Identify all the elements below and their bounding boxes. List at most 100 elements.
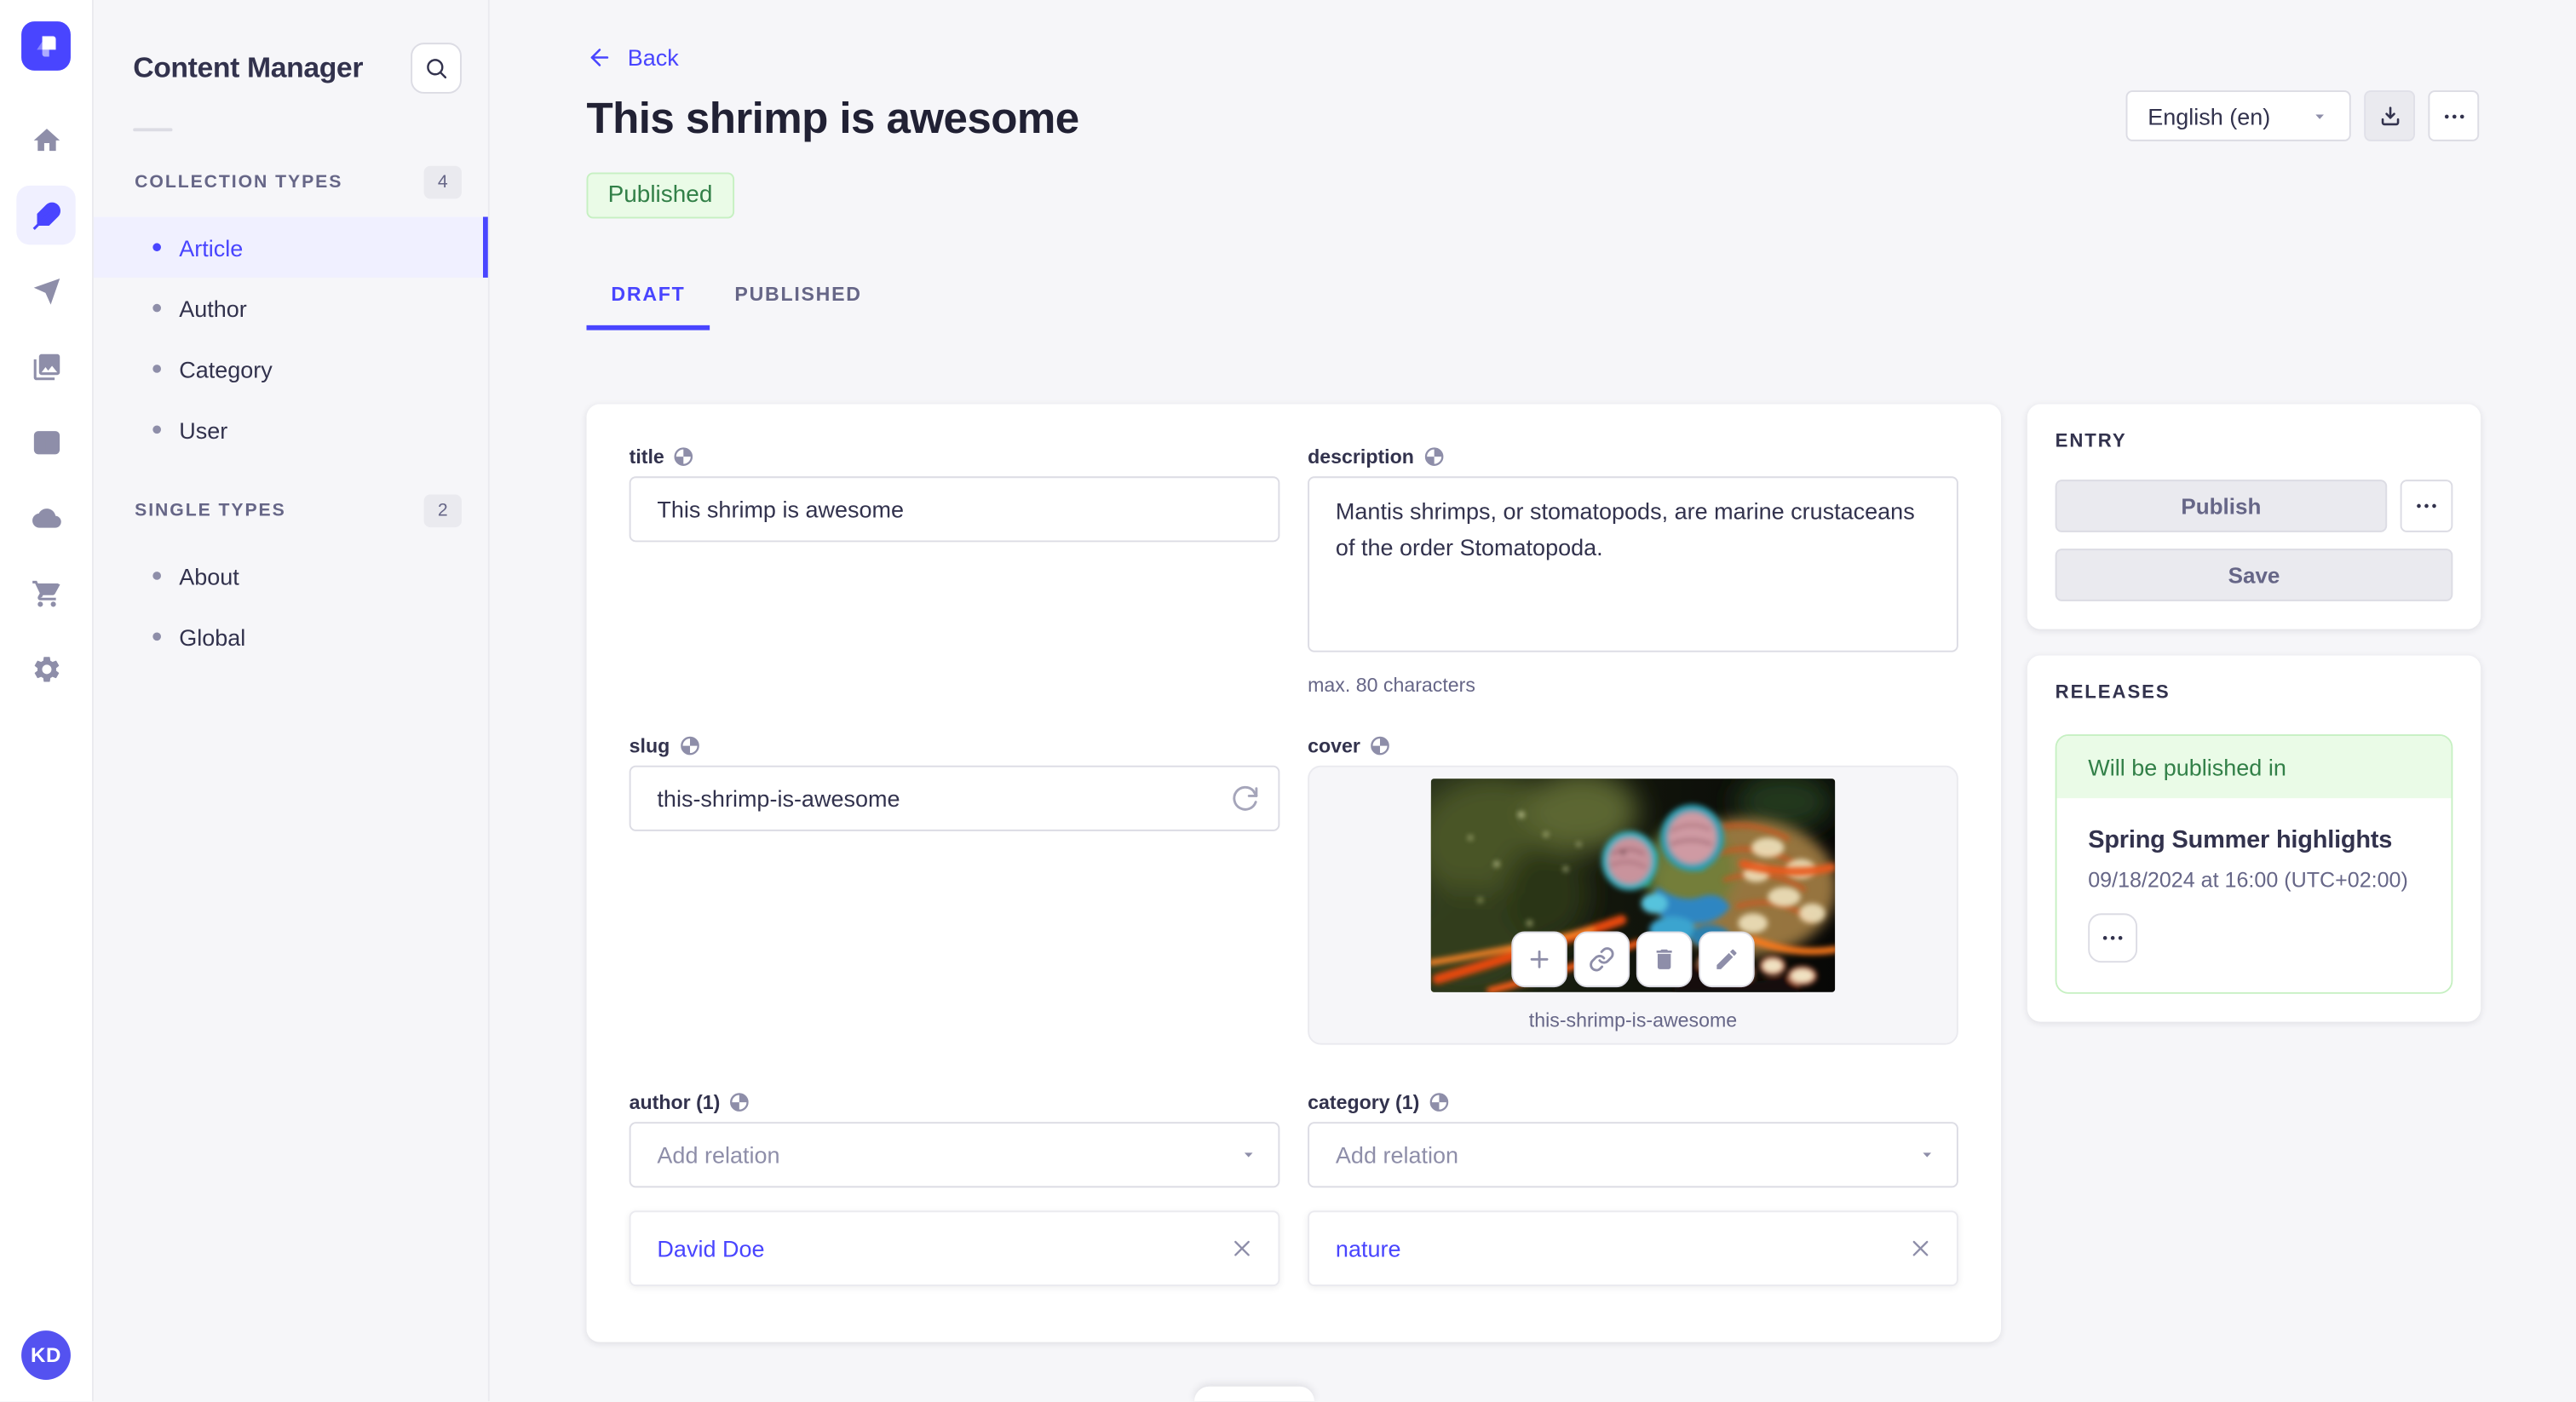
subnav-item-article[interactable]: Article <box>93 216 488 278</box>
home-icon[interactable] <box>16 110 75 169</box>
regenerate-slug-icon[interactable] <box>1230 784 1260 813</box>
bullet-icon <box>152 632 161 641</box>
media-library-icon[interactable] <box>16 336 75 395</box>
chevron-down-icon <box>1923 1152 1932 1158</box>
i18n-globe-icon <box>675 447 693 466</box>
relation-link[interactable]: nature <box>1336 1235 1401 1261</box>
side-panel-column: ENTRY Publish Save RELEASES Will be publ… <box>2027 404 2481 1022</box>
strapi-logo[interactable] <box>21 21 71 71</box>
ellipsis-icon <box>2417 503 2436 509</box>
ellipsis-icon <box>2444 113 2464 118</box>
description-textarea[interactable]: Mantis shrimps, or stomatopods, are mari… <box>1308 476 1958 652</box>
relation-placeholder: Add relation <box>657 1141 780 1169</box>
category-field: category (1) Add relation nature <box>1308 1090 1958 1287</box>
copy-link-button[interactable] <box>1573 931 1630 988</box>
release-more-button[interactable] <box>2088 913 2138 963</box>
tab-published[interactable]: PUBLISHED <box>710 273 886 330</box>
section-label: SINGLE TYPES <box>135 501 286 521</box>
cover-actions <box>1511 931 1755 988</box>
section-count-badge: 2 <box>423 494 462 528</box>
subnav-item-label: Article <box>179 233 244 261</box>
author-relation-item: David Doe <box>629 1210 1280 1287</box>
chevron-down-icon <box>2315 113 2324 118</box>
single-types-section: SINGLE TYPES 2 About Global <box>94 488 488 667</box>
description-hint: max. 80 characters <box>1308 673 1475 697</box>
subnav-item-label: Author <box>179 295 247 322</box>
subnav-item-label: Category <box>179 355 273 382</box>
releases-panel-title: RELEASES <box>2055 683 2171 704</box>
cover-filename: this-shrimp-is-awesome <box>1528 1008 1738 1032</box>
add-asset-button[interactable] <box>1511 931 1567 988</box>
description-field-label: description <box>1308 445 1414 468</box>
bullet-icon <box>152 365 161 373</box>
user-avatar[interactable]: KD <box>21 1330 71 1380</box>
back-label: Back <box>627 44 679 71</box>
trash-icon <box>1656 949 1672 969</box>
close-icon[interactable] <box>1907 1235 1934 1261</box>
subnav-item-author[interactable]: Author <box>94 278 488 338</box>
ellipsis-icon <box>2102 935 2123 940</box>
chevron-down-icon <box>1244 1152 1253 1158</box>
header-more-button[interactable] <box>2428 90 2480 141</box>
release-date: 09/18/2024 at 16:00 (UTC+02:00) <box>2088 867 2408 893</box>
subnav-item-label: Global <box>179 623 246 650</box>
bullet-icon <box>152 425 161 434</box>
relation-link[interactable]: David Doe <box>657 1235 764 1261</box>
status-badge: Published <box>586 172 734 219</box>
entry-more-button[interactable] <box>2400 480 2453 532</box>
rail-nav <box>16 110 76 698</box>
slug-input[interactable] <box>629 765 1280 831</box>
strapi-logo-glyph <box>37 36 56 57</box>
header-actions: English (en) <box>2126 90 2480 141</box>
marketplace-cart-icon[interactable] <box>16 563 75 622</box>
search-button[interactable] <box>411 43 462 94</box>
subnav-item-user[interactable]: User <box>94 399 488 460</box>
i18n-globe-icon <box>680 736 699 756</box>
category-field-label: category (1) <box>1308 1090 1420 1114</box>
subnav-title: Content Manager <box>133 50 364 84</box>
cover-field: cover this-shrimp-is-awesome <box>1308 734 1958 1090</box>
locale-value: English (en) <box>2148 102 2271 129</box>
save-button[interactable]: Save <box>2055 549 2453 601</box>
entry-panel: ENTRY Publish Save <box>2027 404 2481 629</box>
content-manager-subnav: Content Manager COLLECTION TYPES 4 Artic… <box>93 0 490 1402</box>
edit-form-card: title description Mantis shrimps, or sto… <box>586 404 2001 1342</box>
subnav-item-label: User <box>179 416 228 443</box>
cover-field-label: cover <box>1308 734 1360 758</box>
author-relation-combobox[interactable]: Add relation <box>629 1122 1280 1188</box>
title-field: title <box>629 445 1280 734</box>
bullet-icon <box>152 572 161 580</box>
scroll-pill <box>1194 1386 1314 1402</box>
category-relation-combobox[interactable]: Add relation <box>1308 1122 1958 1188</box>
send-icon[interactable] <box>16 261 75 320</box>
delete-asset-button[interactable] <box>1636 931 1693 988</box>
back-link[interactable]: Back <box>586 44 679 71</box>
cloud-icon[interactable] <box>16 488 75 547</box>
locale-select[interactable]: English (en) <box>2126 90 2351 141</box>
author-field: author (1) Add relation David Doe <box>629 1091 1280 1287</box>
release-name: Spring Summer highlights <box>2088 826 2393 854</box>
slug-field: slug <box>629 734 1280 1090</box>
plus-icon <box>1530 950 1549 968</box>
content-type-builder-icon[interactable] <box>16 412 75 471</box>
version-tabs: DRAFT PUBLISHED <box>586 273 2575 330</box>
i18n-globe-icon <box>730 1093 750 1112</box>
download-button[interactable] <box>2364 90 2415 141</box>
subnav-item-category[interactable]: Category <box>94 338 488 399</box>
settings-gear-icon[interactable] <box>16 639 75 698</box>
content-manager-feather-icon[interactable] <box>16 185 76 245</box>
release-status: Will be published in <box>2056 735 2452 799</box>
edit-asset-button[interactable] <box>1699 931 1755 988</box>
icon-rail: KD <box>0 0 94 1402</box>
subnav-item-about[interactable]: About <box>94 545 488 606</box>
back-arrow-icon <box>590 49 609 66</box>
subnav-item-global[interactable]: Global <box>94 606 488 667</box>
publish-button[interactable]: Publish <box>2055 480 2388 532</box>
title-input[interactable] <box>629 476 1280 543</box>
close-icon[interactable] <box>1229 1235 1256 1261</box>
bullet-icon <box>152 303 161 313</box>
main-content: English (en) Back This shrimp is awesome… <box>490 0 2576 1402</box>
relation-placeholder: Add relation <box>1335 1141 1459 1169</box>
tab-draft[interactable]: DRAFT <box>586 273 710 330</box>
section-count-badge: 4 <box>423 165 462 199</box>
